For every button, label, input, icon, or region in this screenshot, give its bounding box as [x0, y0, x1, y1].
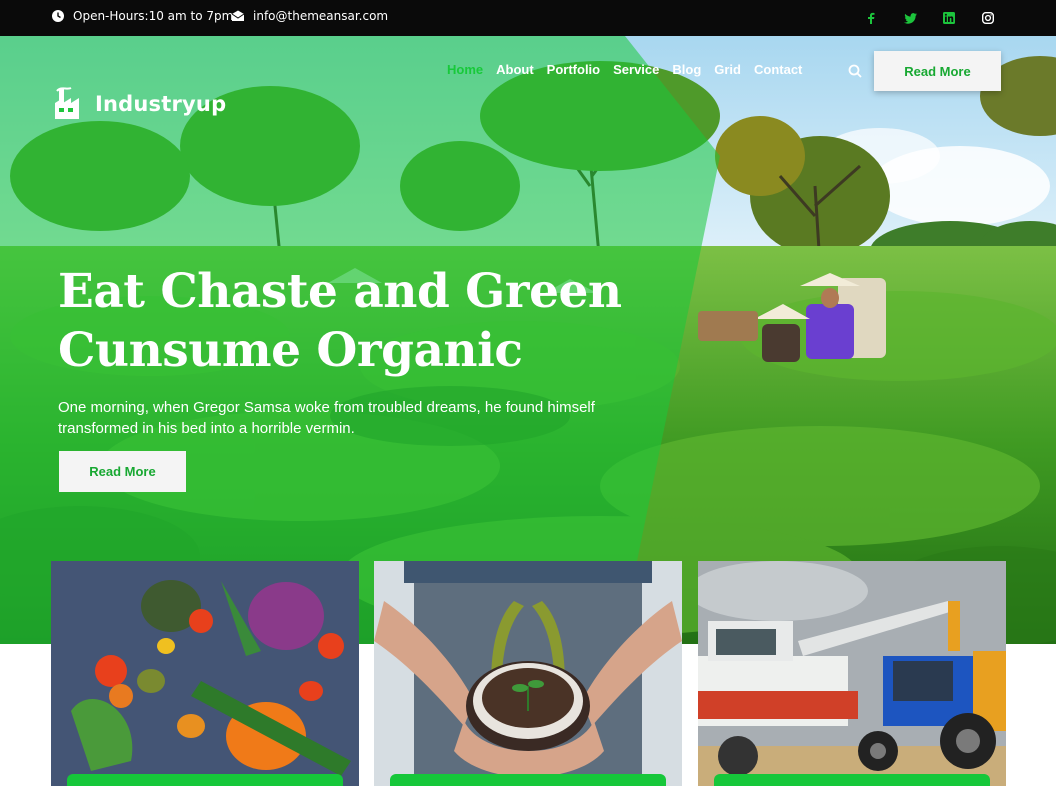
card-accent-bar	[67, 774, 343, 786]
vegetables-photo	[51, 561, 359, 786]
hero-title-line1: Eat Chaste and Green	[58, 264, 622, 319]
contact-email[interactable]: info@themeansar.com	[231, 9, 388, 23]
feature-card-harvester[interactable]	[698, 561, 1006, 786]
facebook-icon[interactable]	[862, 9, 880, 27]
hero-subtitle: One morning, when Gregor Samsa woke from…	[58, 399, 595, 437]
top-bar: Open-Hours:10 am to 7pm info@themeansar.…	[0, 0, 1056, 36]
nav-contact[interactable]: Contact	[754, 62, 802, 77]
clock-icon	[52, 10, 64, 22]
header-read-more-button[interactable]: Read More	[874, 51, 1001, 91]
twitter-icon[interactable]	[901, 9, 919, 27]
nav-blog[interactable]: Blog	[672, 62, 701, 77]
hero-read-more-button[interactable]: Read More	[59, 451, 186, 492]
nav-about[interactable]: About	[496, 62, 534, 77]
open-hours-text: Open-Hours:10 am to 7pm	[73, 9, 234, 23]
linkedin-icon[interactable]	[940, 9, 958, 27]
search-icon[interactable]	[848, 63, 862, 82]
hands-holding-seedling-photo	[374, 561, 682, 786]
harvester-and-tractor-photo	[698, 561, 1006, 786]
nav-grid[interactable]: Grid	[714, 62, 741, 77]
factory-icon	[55, 87, 79, 119]
open-hours: Open-Hours:10 am to 7pm	[51, 9, 233, 23]
nav-home[interactable]: Home	[447, 62, 483, 77]
envelope-icon	[231, 10, 245, 21]
feature-card-seedling[interactable]	[374, 561, 682, 786]
hero-title: Eat Chaste and Green Cunsume Organic	[58, 262, 658, 380]
feature-card-vegetables[interactable]	[51, 561, 359, 786]
card-accent-bar	[390, 774, 666, 786]
instagram-icon[interactable]	[979, 9, 997, 27]
nav-portfolio[interactable]: Portfolio	[547, 62, 600, 77]
logo-text: Industryup	[95, 92, 227, 116]
nav-service[interactable]: Service	[613, 62, 659, 77]
card-accent-bar	[714, 774, 990, 786]
email-text[interactable]: info@themeansar.com	[253, 9, 388, 23]
site-logo[interactable]: Industryup	[53, 87, 226, 121]
main-nav: Home About Portfolio Service Blog Grid C…	[447, 62, 802, 77]
hero-title-line2: Cunsume Organic	[58, 323, 523, 378]
